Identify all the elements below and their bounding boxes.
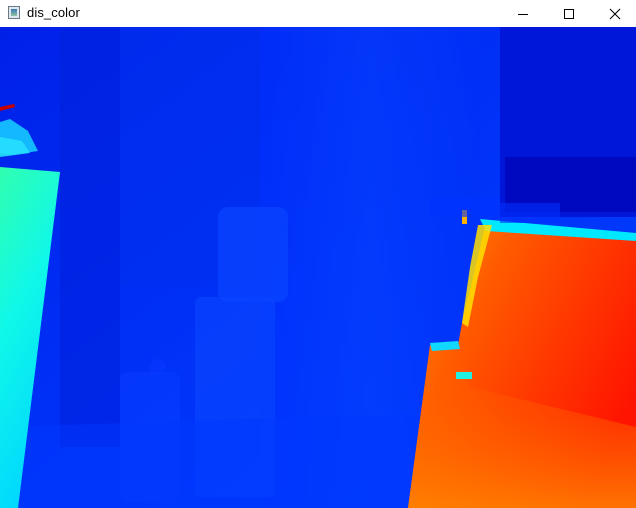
- minimize-button[interactable]: [500, 0, 546, 27]
- maximize-icon: [564, 8, 574, 19]
- minimize-icon: [518, 13, 528, 15]
- depth-colormap-image: [0, 27, 636, 508]
- close-icon: [609, 8, 621, 19]
- app-icon: [8, 6, 20, 19]
- close-button[interactable]: [592, 0, 636, 27]
- app-window: dis_color: [0, 0, 636, 508]
- window-title: dis_color: [27, 5, 80, 20]
- maximize-button[interactable]: [546, 0, 592, 27]
- image-canvas: [0, 27, 636, 508]
- title-bar[interactable]: dis_color: [0, 0, 636, 27]
